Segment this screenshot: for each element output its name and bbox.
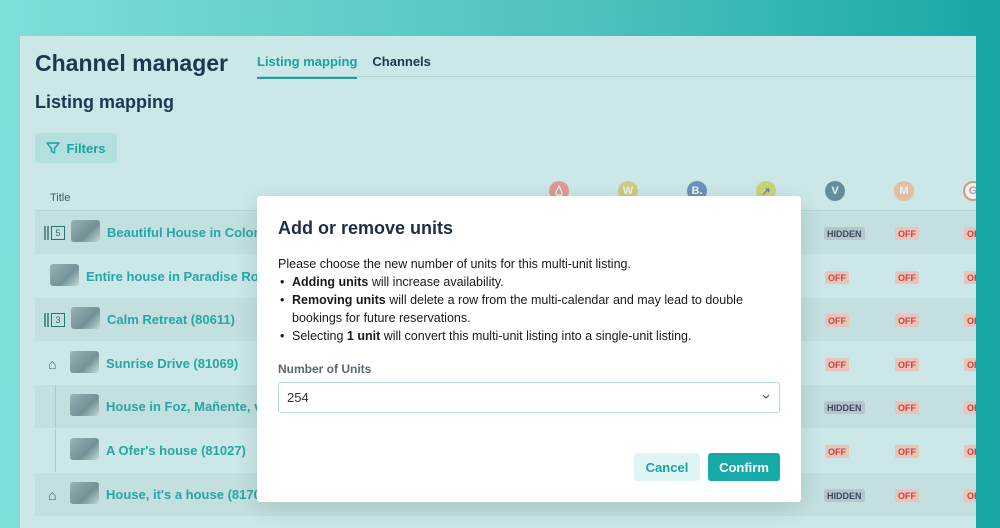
home-icon: ⌂ xyxy=(48,487,57,503)
status-badge[interactable]: OFF xyxy=(895,271,919,284)
listing-thumbnail xyxy=(71,307,100,329)
status-badge[interactable]: OF xyxy=(964,489,976,502)
listing-title[interactable]: House in Foz, Mañente, v xyxy=(106,399,261,414)
status-badge[interactable]: HIDDEN xyxy=(824,489,865,502)
home-icon: ⌂ xyxy=(48,356,57,372)
status-badge[interactable]: OFF xyxy=(895,227,919,240)
listing-thumbnail xyxy=(50,264,79,286)
filters-label: Filters xyxy=(66,140,106,156)
status-badge[interactable]: OF xyxy=(964,271,976,284)
cancel-button[interactable]: Cancel xyxy=(634,453,700,481)
listing-title[interactable]: House, it's a house (8170 xyxy=(106,487,261,502)
status-badge[interactable]: OF xyxy=(964,401,976,414)
dialog-description: Please choose the new number of units fo… xyxy=(278,255,788,345)
filter-icon xyxy=(46,142,61,154)
status-badge[interactable]: OFF xyxy=(825,271,849,284)
units-field-label: Number of Units xyxy=(278,362,372,376)
dialog-intro: Please choose the new number of units fo… xyxy=(278,257,631,271)
status-badge[interactable]: OFF xyxy=(895,314,919,327)
status-badge[interactable]: HIDDEN xyxy=(824,227,865,240)
listing-thumbnail xyxy=(70,394,99,416)
listing-title[interactable]: A Ofer's house (81027) xyxy=(106,443,246,458)
dialog-title: Add or remove units xyxy=(278,218,454,238)
listing-thumbnail xyxy=(71,220,100,242)
v-channel-icon: V xyxy=(825,181,845,201)
listing-title[interactable]: Beautiful House in Colon xyxy=(107,225,262,240)
listing-title[interactable]: Calm Retreat (80611) xyxy=(107,312,235,327)
status-badge[interactable]: OFF xyxy=(825,445,849,458)
units-select[interactable]: 254 xyxy=(278,382,780,413)
filters-button[interactable]: Filters xyxy=(35,133,117,163)
tabs-divider xyxy=(257,76,976,77)
multi-unit-icon: 3 xyxy=(44,312,74,328)
column-header-title: Title xyxy=(50,192,71,204)
status-badge[interactable]: OFF xyxy=(895,358,919,371)
tree-line xyxy=(55,429,56,472)
confirm-button[interactable]: Confirm xyxy=(708,453,780,481)
status-badge[interactable]: OF xyxy=(964,358,976,371)
listing-title[interactable]: Sunrise Drive (81069) xyxy=(106,356,238,371)
add-remove-units-dialog: Add or remove units Please choose the ne… xyxy=(257,196,801,502)
page-title: Listing mapping xyxy=(35,92,174,112)
status-badge[interactable]: OF xyxy=(964,445,976,458)
status-badge[interactable]: OFF xyxy=(895,445,919,458)
google-icon: G xyxy=(963,181,976,201)
m-channel-icon: M xyxy=(894,181,914,201)
listing-title[interactable]: Entire house in Paradise Roa xyxy=(86,269,266,284)
status-badge[interactable]: OFF xyxy=(825,314,849,327)
app-title: Channel manager xyxy=(35,50,228,76)
status-badge[interactable]: OFF xyxy=(895,401,919,414)
bullet-selecting: Selecting 1 unit will convert this multi… xyxy=(278,327,788,345)
bullet-adding: Adding units will increase availability. xyxy=(278,273,788,291)
status-badge[interactable]: OFF xyxy=(825,358,849,371)
multi-unit-icon: 5 xyxy=(44,225,74,241)
status-badge[interactable]: OFF xyxy=(895,489,919,502)
units-select-value: 254 xyxy=(287,390,309,405)
listing-thumbnail xyxy=(70,351,99,373)
chevron-down-icon xyxy=(761,391,771,404)
status-badge[interactable]: HIDDEN xyxy=(824,401,865,414)
tree-line xyxy=(55,385,56,428)
listing-thumbnail xyxy=(70,438,99,460)
bullet-removing: Removing units will delete a row from th… xyxy=(278,291,788,327)
status-badge[interactable]: OF xyxy=(964,314,976,327)
status-badge[interactable]: OF xyxy=(964,227,976,240)
listing-thumbnail xyxy=(70,482,99,504)
